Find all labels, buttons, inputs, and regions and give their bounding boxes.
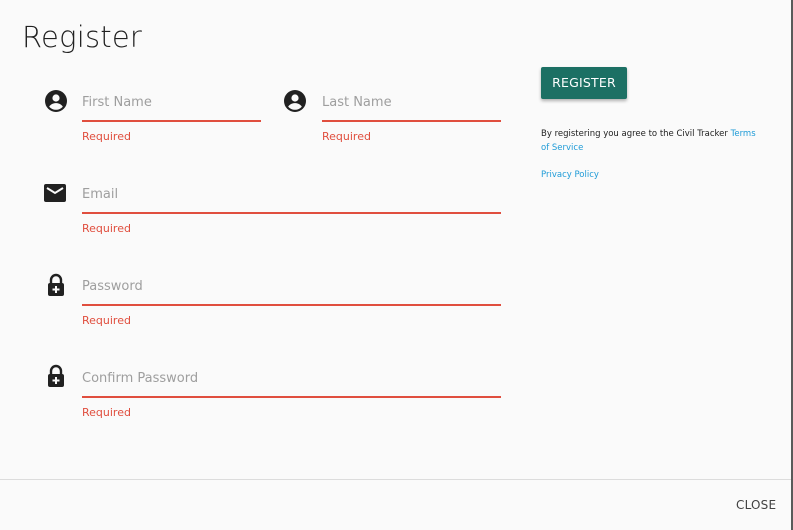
last-name-error: Required (322, 130, 371, 143)
confirm-password-input[interactable]: Confirm Password (82, 366, 501, 398)
last-name-input[interactable]: Last Name (322, 90, 501, 122)
confirm-password-error: Required (82, 406, 131, 419)
lock-plus-icon (48, 273, 64, 296)
email-icon (44, 184, 66, 202)
lock-plus-icon (48, 364, 64, 387)
privacy-policy-link[interactable]: Privacy Policy (541, 170, 599, 180)
footer-divider (0, 479, 791, 480)
account-circle-icon (284, 90, 306, 112)
register-dialog: Register First Name Required Last Name R… (0, 0, 793, 530)
email-input[interactable]: Email (82, 182, 501, 214)
account-circle-icon (45, 90, 67, 112)
first-name-error: Required (82, 130, 131, 143)
terms-notice: By registering you agree to the Civil Tr… (541, 128, 761, 155)
register-button[interactable]: REGISTER (541, 67, 627, 99)
email-error: Required (82, 222, 131, 235)
terms-text: By registering you agree to the Civil Tr… (541, 129, 731, 139)
password-error: Required (82, 314, 131, 327)
close-button[interactable]: CLOSE (736, 498, 776, 512)
password-input[interactable]: Password (82, 274, 501, 306)
dialog-title: Register (22, 20, 142, 54)
first-name-input[interactable]: First Name (82, 90, 261, 122)
